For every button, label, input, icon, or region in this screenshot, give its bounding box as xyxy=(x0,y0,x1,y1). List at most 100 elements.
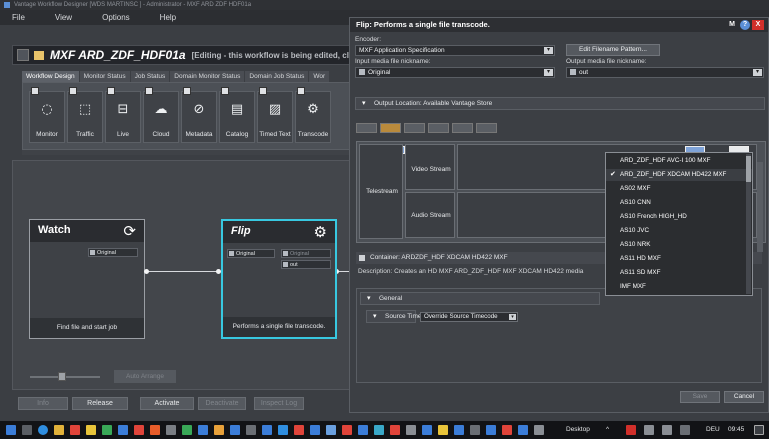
app-icon[interactable] xyxy=(518,425,528,435)
app-icon[interactable] xyxy=(278,425,288,435)
app-icon[interactable] xyxy=(486,425,496,435)
volume-icon[interactable] xyxy=(662,425,672,435)
menu-options[interactable]: Options xyxy=(102,13,130,22)
general-section[interactable]: General xyxy=(360,292,600,305)
watch-node[interactable]: Watch ⟳ Original Find file and start job xyxy=(29,219,145,339)
dropdown-item[interactable]: AS11 HD MXF xyxy=(606,253,752,265)
settings-icon[interactable] xyxy=(476,123,497,133)
tab-more[interactable]: Wor xyxy=(309,71,330,82)
chevron-up-icon[interactable]: ^ xyxy=(606,424,609,436)
dropdown-scroll-thumb[interactable] xyxy=(746,156,751,182)
edit-filename-pattern-button[interactable]: Edit Filename Pattern... xyxy=(566,44,660,56)
expand-arrow-icon[interactable] xyxy=(183,87,191,95)
tool-cloud[interactable]: ☁ Cloud xyxy=(143,87,179,143)
dropdown-item[interactable]: AS10 NRK xyxy=(606,239,752,251)
tools-icon[interactable] xyxy=(404,123,425,133)
dialog-menu-button[interactable]: M xyxy=(726,20,738,30)
app-icon[interactable] xyxy=(310,425,320,435)
audio-icon[interactable] xyxy=(380,123,401,133)
tab-monitor-status[interactable]: Monitor Status xyxy=(79,71,130,82)
dropdown-item[interactable]: AS02 MXF xyxy=(606,183,752,195)
expand-arrow-icon[interactable] xyxy=(221,87,229,95)
tool-timed-text[interactable]: ▨ Timed Text xyxy=(257,87,293,143)
app-icon[interactable] xyxy=(342,425,352,435)
activate-button[interactable]: Activate xyxy=(140,397,194,410)
dialog-scrollbar[interactable] xyxy=(757,162,763,252)
menu-view[interactable]: View xyxy=(55,13,72,22)
info-button[interactable]: Info xyxy=(18,397,68,410)
app-icon[interactable] xyxy=(358,425,368,435)
dropdown-item[interactable]: ARD_ZDF_HDF AVC-I 100 MXF xyxy=(606,155,752,167)
tray-icon[interactable] xyxy=(626,425,636,435)
options-icon[interactable] xyxy=(452,123,473,133)
workflow-canvas[interactable]: Watch ⟳ Original Find file and start job… xyxy=(12,160,362,390)
auto-arrange-button[interactable]: Auto Arrange xyxy=(114,370,176,383)
task-view-icon[interactable] xyxy=(22,425,32,435)
encoder-select[interactable]: MXF Application Specification ▾ xyxy=(355,45,555,56)
tab-workflow-design[interactable]: Workflow Design xyxy=(22,71,79,82)
app-icon[interactable] xyxy=(86,425,96,435)
start-icon[interactable] xyxy=(6,425,16,435)
close-icon[interactable]: X xyxy=(752,20,764,30)
app-icon[interactable] xyxy=(230,425,240,435)
expand-arrow-icon[interactable] xyxy=(69,87,77,95)
tab-domain-job-status[interactable]: Domain Job Status xyxy=(245,71,309,82)
desktop-toolbar-label[interactable]: Desktop xyxy=(566,424,590,436)
gear-icon[interactable]: ⚙ xyxy=(314,223,327,241)
notifications-icon[interactable] xyxy=(754,425,764,435)
app-icon[interactable] xyxy=(198,425,208,435)
flip-node[interactable]: Flip ⚙ Original Original out Performs a … xyxy=(221,219,337,339)
output-nickname-select[interactable]: out ▾ xyxy=(566,67,764,78)
help-icon[interactable]: ? xyxy=(740,20,750,30)
dropdown-item[interactable]: AS11 SD MXF xyxy=(606,267,752,279)
output-location-section[interactable]: Output Location: Available Vantage Store xyxy=(355,97,765,110)
source-timecode-select[interactable]: Override Source Timecode ▾ xyxy=(420,312,518,322)
app-icon[interactable] xyxy=(102,425,112,435)
menu-file[interactable]: File xyxy=(12,13,25,22)
app-icon[interactable] xyxy=(214,425,224,435)
clock[interactable]: 09:45 xyxy=(728,424,744,436)
tool-live[interactable]: ⊟ Live xyxy=(105,87,141,143)
app-icon[interactable] xyxy=(534,425,544,435)
video-stream-box[interactable]: Video Stream xyxy=(405,144,455,190)
app-icon[interactable] xyxy=(470,425,480,435)
audio-stream-box[interactable]: Audio Stream xyxy=(405,192,455,238)
input-nickname-select[interactable]: Original ▾ xyxy=(355,67,555,78)
dropdown-item[interactable]: AS10 JVC xyxy=(606,225,752,237)
app-icon[interactable] xyxy=(438,425,448,435)
app-icon[interactable] xyxy=(134,425,144,435)
output-pin[interactable]: out xyxy=(281,260,331,269)
source-timecode-section[interactable]: Source Timecode xyxy=(366,310,436,323)
expand-arrow-icon[interactable] xyxy=(107,87,115,95)
app-icon[interactable] xyxy=(294,425,304,435)
save-button[interactable]: Save xyxy=(680,391,720,403)
keyboard-icon[interactable] xyxy=(680,425,690,435)
app-icon[interactable] xyxy=(422,425,432,435)
app-icon[interactable] xyxy=(454,425,464,435)
app-icon[interactable] xyxy=(326,425,336,435)
app-icon[interactable] xyxy=(502,425,512,435)
language-indicator[interactable]: DEU xyxy=(706,424,720,436)
expand-arrow-icon[interactable] xyxy=(145,87,153,95)
expand-arrow-icon[interactable] xyxy=(297,87,305,95)
output-pin[interactable]: Original xyxy=(281,249,331,258)
zoom-slider-handle[interactable] xyxy=(57,372,66,381)
tab-job-status[interactable]: Job Status xyxy=(130,71,170,82)
tool-metadata[interactable]: ⊘ Metadata xyxy=(181,87,217,143)
add-stream-icon[interactable] xyxy=(356,123,377,133)
app-icon[interactable] xyxy=(390,425,400,435)
app-icon[interactable] xyxy=(182,425,192,435)
tool-monitor[interactable]: ◌ Monitor xyxy=(29,87,65,143)
app-icon[interactable] xyxy=(118,425,128,435)
layout-icon[interactable] xyxy=(428,123,449,133)
tool-transcode[interactable]: ⚙ Transcode xyxy=(295,87,331,143)
cancel-button[interactable]: Cancel xyxy=(724,391,764,403)
network-icon[interactable] xyxy=(644,425,654,435)
expand-arrow-icon[interactable] xyxy=(31,87,39,95)
tool-traffic[interactable]: ⬚ Traffic xyxy=(67,87,103,143)
inspect-log-button[interactable]: Inspect Log xyxy=(254,397,304,410)
telestream-container-box[interactable]: Telestream xyxy=(359,144,403,239)
app-icon[interactable] xyxy=(246,425,256,435)
output-pin[interactable]: Original xyxy=(88,248,138,257)
app-icon[interactable] xyxy=(70,425,80,435)
